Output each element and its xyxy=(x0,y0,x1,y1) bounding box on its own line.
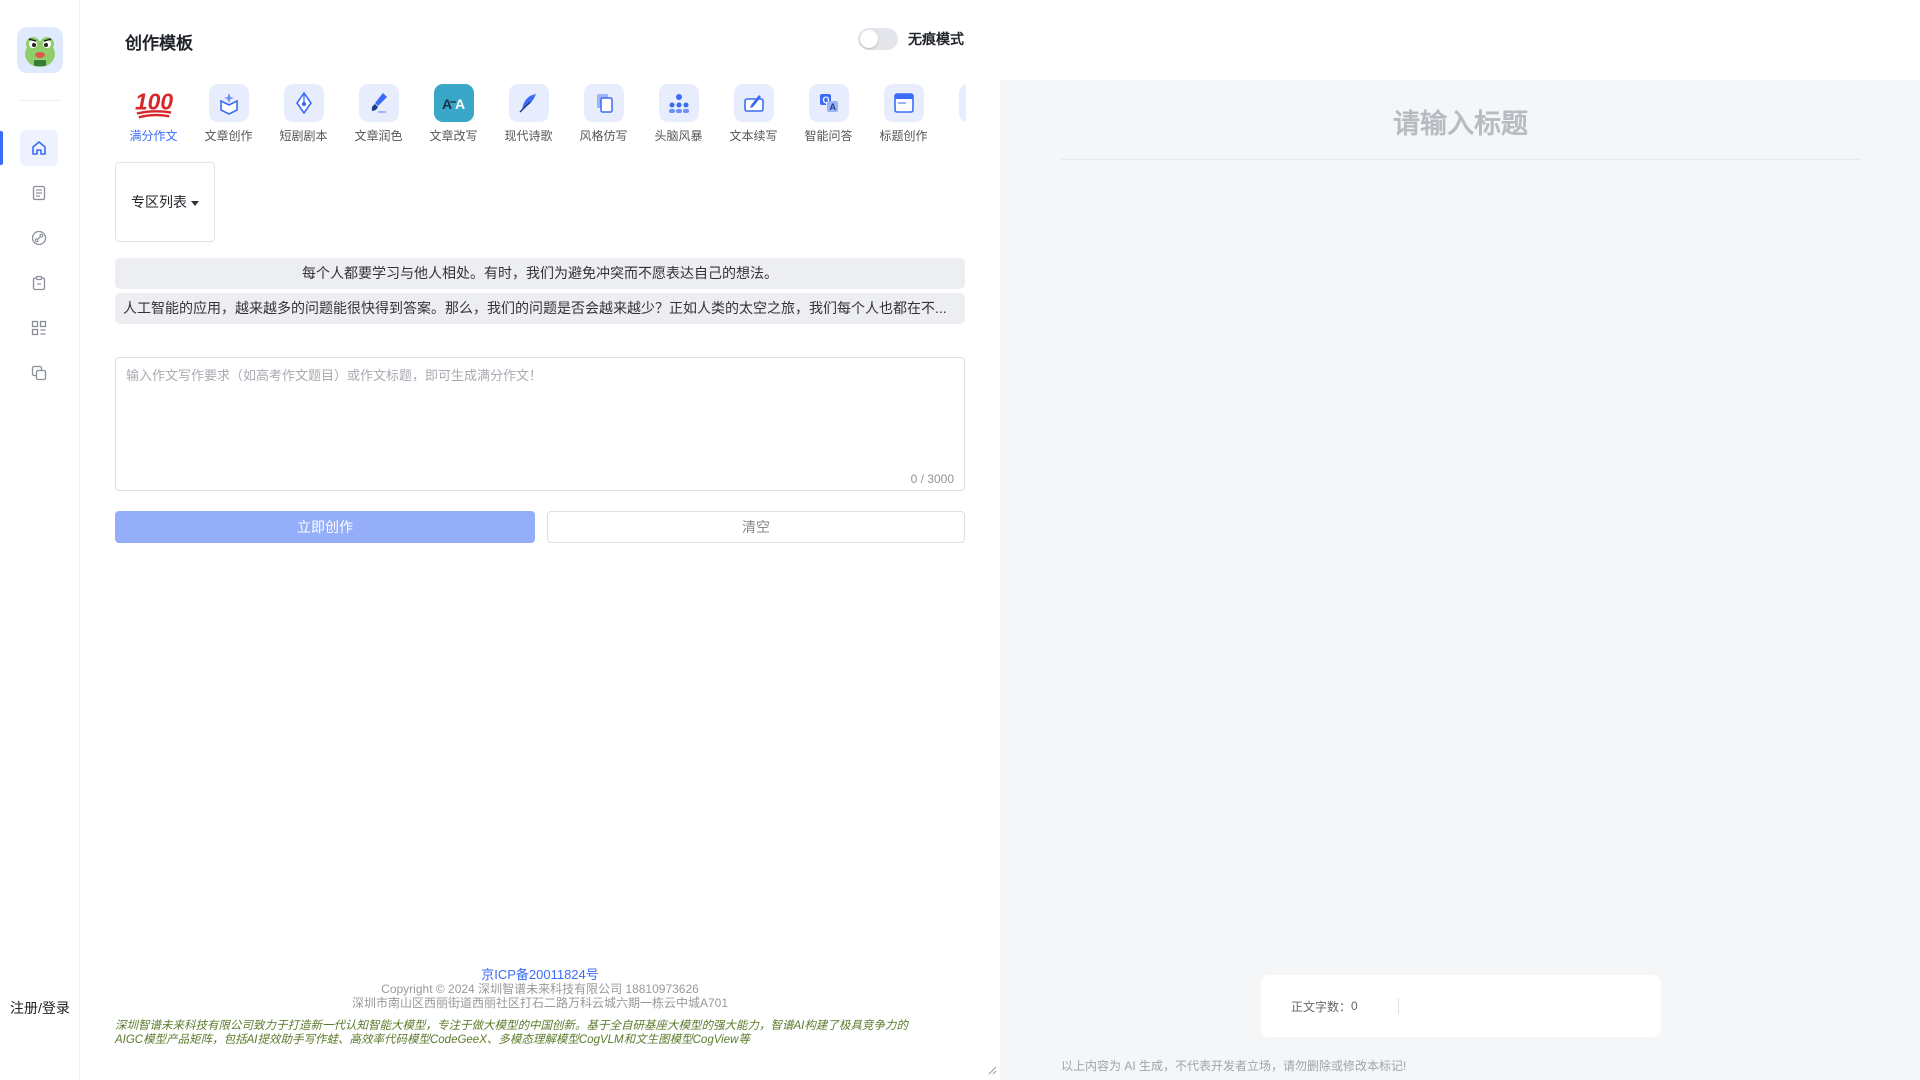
template-short-drama[interactable]: 短剧剧本 xyxy=(266,84,341,146)
qa-icon: QA xyxy=(808,84,849,122)
tagline-line-2: AIGC模型产品矩阵，包括AI提效助手写作蛙、高效率代码模型CodeGeeX、多… xyxy=(115,1034,750,1046)
template-style-imitation[interactable]: 风格仿写 xyxy=(566,84,641,146)
word-count-card: 正文字数： 0 xyxy=(1261,975,1661,1037)
template-full-score-essay[interactable]: 100 满分作文 xyxy=(116,84,191,146)
zone-list-label: 专区列表 xyxy=(131,194,187,210)
nav-home[interactable] xyxy=(20,130,58,166)
address-text: 深圳市南山区西丽街道西丽社区打石二路万科云城六期一栋云中城A701 xyxy=(351,996,729,1010)
nav-apps[interactable] xyxy=(20,310,58,346)
editor-panel: 请输入标题 正文字数： 0 以上内容为 AI 生成，不代表开发者立场，请勿删除或… xyxy=(1000,80,1920,1080)
template-article-creation[interactable]: 文章创作 xyxy=(191,84,266,146)
active-indicator xyxy=(0,131,3,165)
template-label: 标题创作 xyxy=(879,129,928,143)
clear-button[interactable]: 清空 xyxy=(547,511,965,543)
template-label: 文章改写 xyxy=(429,129,478,143)
template-smart-qa[interactable]: QA 智能问答 xyxy=(791,84,866,146)
incognito-toggle[interactable] xyxy=(858,28,898,50)
example-prompt-1[interactable]: 每个人都要学习与他人相处。有时，我们为避免冲突而不愿表达自己的想法。 xyxy=(115,258,965,289)
word-count-label: 正文字数： xyxy=(1291,999,1352,1014)
template-label: 文本续写 xyxy=(729,129,778,143)
box-sparkle-icon xyxy=(208,84,249,122)
window-title-icon xyxy=(883,84,924,122)
home-icon xyxy=(32,141,46,155)
template-rewrite[interactable]: AA 文章改写 xyxy=(416,84,491,146)
login-register-link[interactable]: 注册/登录 xyxy=(0,998,80,1018)
template-label: 现代诗歌 xyxy=(504,129,553,143)
link-icon xyxy=(31,230,47,246)
people-group-icon xyxy=(658,84,699,122)
app-logo[interactable] xyxy=(17,27,63,73)
svg-text:A: A xyxy=(829,102,836,112)
caret-down-icon xyxy=(191,200,199,206)
edit-continue-icon xyxy=(733,84,774,122)
template-label: 风格仿写 xyxy=(579,129,628,143)
template-brainstorm[interactable]: 头脑风暴 xyxy=(641,84,716,146)
copyright-text: Copyright © 2024 深圳智谱未来科技有限公司 1881097362… xyxy=(381,982,699,996)
ai-disclaimer: 以上内容为 AI 生成，不代表开发者立场，请勿删除或修改本标记! xyxy=(1061,1059,1407,1073)
svg-text:A: A xyxy=(442,96,452,112)
sidebar: 注册/登录 xyxy=(0,0,80,1080)
zone-list-dropdown[interactable]: 专区列表 xyxy=(115,162,215,242)
sidebar-divider xyxy=(20,100,60,101)
char-counter: 0 / 3000 xyxy=(910,472,954,486)
translate-ab-icon: AA xyxy=(433,84,474,122)
creation-panel: 创作模板 无痕模式 100 满分作文 文章创作 短剧剧本 文章润色 A A 文章… xyxy=(80,0,1000,1080)
incognito-mode: 无痕模式 xyxy=(858,28,964,50)
tagline-line-1: 深圳智谱未来科技有限公司致力于打造新一代认知智能大模型，专注于做大模型的中国创新… xyxy=(115,1020,908,1032)
pen-nib-icon xyxy=(283,84,324,122)
template-label: 头脑风暴 xyxy=(654,129,703,143)
footer: 京ICP备20011824号 Copyright © 2024 深圳智谱未来科技… xyxy=(115,968,965,1047)
pages-copy-icon xyxy=(583,84,624,122)
create-now-button[interactable]: 立即创作 xyxy=(115,511,535,543)
prompt-input-box: 0 / 3000 xyxy=(115,357,965,491)
grid-apps-icon xyxy=(31,320,47,336)
resize-handle-icon[interactable] xyxy=(987,1065,997,1075)
prompt-textarea[interactable] xyxy=(116,358,964,490)
nav-clipboard[interactable] xyxy=(20,265,58,301)
template-label: 满分作文 xyxy=(129,129,178,143)
template-strip: 100 满分作文 文章创作 短剧剧本 文章润色 AA 文章改写 现代诗歌 风格仿… xyxy=(116,84,966,146)
nav-copy[interactable] xyxy=(20,355,58,391)
feather-icon xyxy=(508,84,549,122)
template-polish[interactable]: 文章润色 xyxy=(341,84,416,146)
stat-separator xyxy=(1397,998,1399,1014)
template-modern-poetry[interactable]: 现代诗歌 xyxy=(491,84,566,146)
template-article-more[interactable]: 文章 xyxy=(941,84,966,146)
icp-link[interactable]: 京ICP备20011824号 xyxy=(115,968,965,982)
clipboard-icon xyxy=(32,275,46,291)
template-title-creation[interactable]: 标题创作 xyxy=(866,84,941,146)
document-list-icon xyxy=(32,185,46,201)
template-continue-writing[interactable]: 文本续写 xyxy=(716,84,791,146)
frog-mascot-icon xyxy=(25,37,55,67)
partial-icon xyxy=(958,84,966,122)
page-title: 创作模板 xyxy=(125,34,193,53)
svg-text:A: A xyxy=(455,96,465,112)
document-title-input[interactable]: 请输入标题 xyxy=(1061,102,1860,160)
template-label: 文章润色 xyxy=(354,129,403,143)
nav-links[interactable] xyxy=(20,220,58,256)
template-label: 短剧剧本 xyxy=(279,129,328,143)
template-label: 智能问答 xyxy=(804,129,853,143)
word-count-value: 0 xyxy=(1351,999,1358,1013)
copy-icon xyxy=(31,365,47,381)
toggle-knob xyxy=(860,30,878,48)
nav-documents[interactable] xyxy=(20,175,58,211)
brush-icon xyxy=(358,84,399,122)
hundred-points-icon: 100 xyxy=(134,84,174,122)
company-tagline: 深圳智谱未来科技有限公司致力于打造新一代认知智能大模型，专注于做大模型的中国创新… xyxy=(115,1019,965,1047)
example-prompt-2[interactable]: 人工智能的应用，越来越多的问题能很快得到答案。那么，我们的问题是否会越来越少？正… xyxy=(115,293,965,324)
incognito-label: 无痕模式 xyxy=(908,31,964,47)
template-label: 文章创作 xyxy=(204,129,253,143)
